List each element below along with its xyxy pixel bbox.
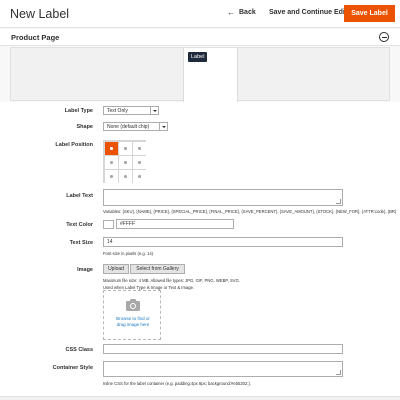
camera-icon bbox=[126, 299, 140, 311]
chevron-down-icon bbox=[159, 123, 167, 130]
position-bottom-center[interactable] bbox=[119, 170, 132, 183]
label-position-label: Label Position bbox=[55, 142, 93, 148]
text-color-label: Text Color bbox=[66, 222, 93, 228]
container-style-note: Inline CSS for the label container (e.g.… bbox=[103, 381, 252, 386]
section-header[interactable]: Product Page bbox=[0, 29, 400, 46]
back-button[interactable]: ← Back bbox=[227, 8, 256, 17]
shape-value: None (default chip) bbox=[107, 123, 150, 130]
dropzone-text: Browse to find or drag image here bbox=[104, 316, 162, 327]
text-size-input[interactable]: 14 bbox=[103, 237, 343, 247]
resize-handle-icon[interactable] bbox=[336, 370, 341, 375]
shape-select[interactable]: None (default chip) bbox=[103, 122, 168, 131]
section-title: Product Page bbox=[11, 33, 60, 42]
image-note-file-types: Maximum file size: 4 MB. Allowed file ty… bbox=[103, 278, 240, 283]
upload-button[interactable]: Upload bbox=[103, 264, 129, 274]
save-label-button[interactable]: Save Label bbox=[344, 5, 395, 22]
position-bottom-right[interactable] bbox=[133, 170, 146, 183]
container-style-textarea[interactable] bbox=[103, 361, 343, 377]
chevron-down-icon bbox=[150, 107, 158, 114]
resize-handle-icon[interactable] bbox=[336, 199, 341, 204]
color-swatch[interactable] bbox=[103, 220, 114, 229]
dropzone-text-line-2: drag image here bbox=[116, 321, 150, 327]
shape-label: Shape bbox=[76, 124, 93, 130]
collapse-icon[interactable] bbox=[379, 32, 389, 42]
back-button-label: Back bbox=[239, 9, 256, 16]
image-dropzone[interactable]: Browse to find or drag image here bbox=[103, 290, 161, 340]
position-bottom-left[interactable] bbox=[105, 170, 118, 183]
position-top-left[interactable] bbox=[105, 142, 118, 155]
label-preview: Label bbox=[10, 47, 390, 102]
label-type-select[interactable]: Text Only bbox=[103, 106, 159, 115]
page: New Label ← Back Save and Continue Edit … bbox=[0, 0, 400, 400]
label-text-note: Variables: {SKU}, {NAME}, {PRICE}, {SPEC… bbox=[103, 209, 397, 214]
select-from-gallery-button[interactable]: Select from Gallery bbox=[130, 264, 185, 274]
image-label: Image bbox=[77, 267, 93, 273]
position-middle-left[interactable] bbox=[105, 156, 118, 169]
label-form: Label Type Text Only Shape None (default… bbox=[0, 102, 400, 400]
preview-product-image: Label bbox=[183, 48, 238, 102]
label-type-label: Label Type bbox=[64, 108, 93, 114]
position-top-center[interactable] bbox=[119, 142, 132, 155]
position-top-right[interactable] bbox=[133, 142, 146, 155]
text-size-label: Text Size bbox=[69, 240, 93, 246]
label-text-label: Label Text bbox=[66, 193, 93, 199]
label-text-textarea[interactable] bbox=[103, 189, 343, 206]
save-and-continue-button[interactable]: Save and Continue Edit bbox=[269, 9, 347, 16]
page-title: New Label bbox=[10, 7, 70, 21]
bottom-strip bbox=[0, 396, 400, 400]
position-middle-center[interactable] bbox=[119, 156, 132, 169]
css-class-label: CSS Class bbox=[65, 347, 93, 353]
label-position-grid bbox=[103, 140, 146, 183]
text-color-input[interactable]: #FFFF bbox=[116, 219, 234, 229]
container-style-label: Container Style bbox=[52, 365, 93, 371]
preview-label-chip: Label bbox=[188, 52, 208, 62]
arrow-left-icon: ← bbox=[227, 8, 235, 17]
label-type-value: Text Only bbox=[107, 107, 128, 114]
position-middle-right[interactable] bbox=[133, 156, 146, 169]
text-size-note: Font size in pixels (e.g. 14). bbox=[103, 251, 155, 256]
page-header: New Label ← Back Save and Continue Edit … bbox=[0, 0, 400, 28]
css-class-input[interactable] bbox=[103, 344, 343, 354]
